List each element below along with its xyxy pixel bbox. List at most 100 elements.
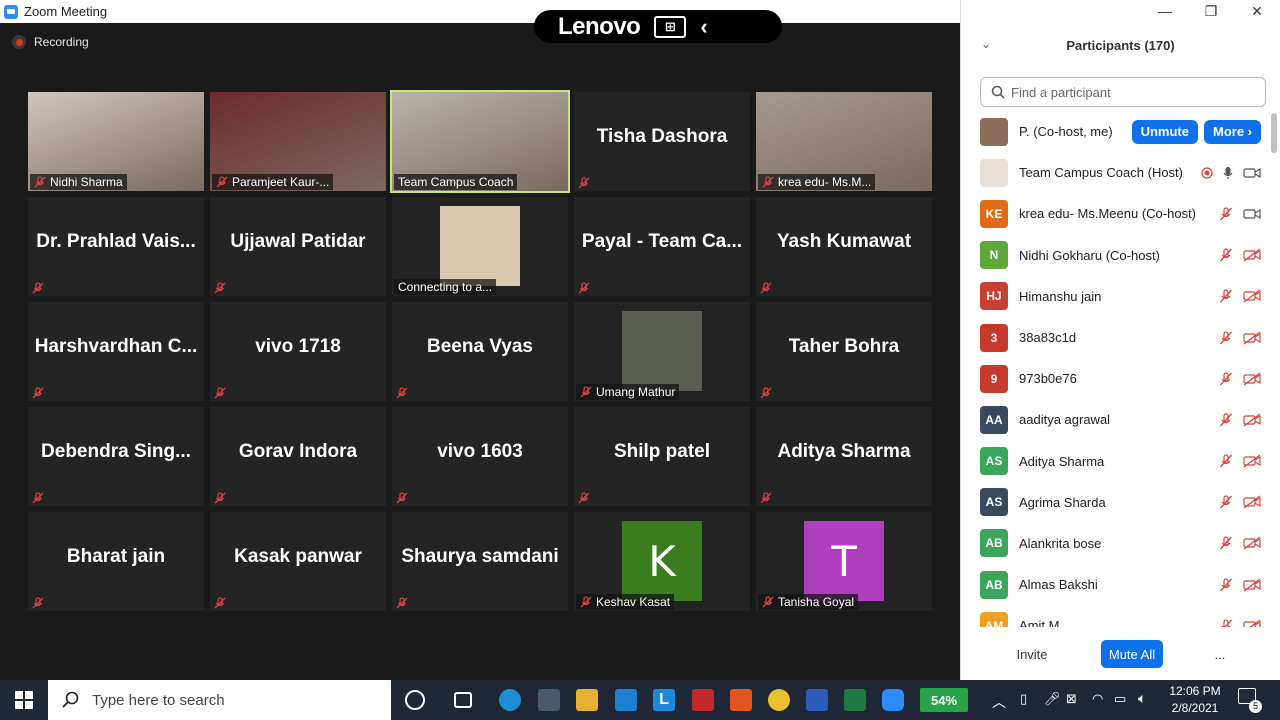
participant-tile[interactable]: Payal - Team Ca... xyxy=(574,197,750,296)
participant-tile[interactable]: Nidhi Sharma xyxy=(28,92,204,191)
zoom-taskbar-icon[interactable] xyxy=(882,689,904,711)
search-input[interactable] xyxy=(1011,84,1251,100)
participant-status-icons xyxy=(1219,289,1261,303)
l-app-icon[interactable]: L xyxy=(653,689,675,711)
participant-tile[interactable]: Bharat jain xyxy=(28,512,204,611)
participant-row[interactable]: AM Amit M... xyxy=(961,605,1271,627)
store-icon[interactable] xyxy=(538,689,560,711)
search-icon xyxy=(62,691,79,708)
edge-icon[interactable] xyxy=(499,689,521,711)
battery-tray-icon[interactable]: ▭ xyxy=(1114,691,1126,707)
file-explorer-icon[interactable] xyxy=(576,689,598,711)
participant-row[interactable]: AS Agrima Sharda xyxy=(961,482,1271,523)
participant-tile[interactable]: vivo 1603 xyxy=(392,407,568,506)
participant-tile[interactable]: vivo 1718 xyxy=(210,302,386,401)
invite-button[interactable]: Invite xyxy=(1007,640,1057,668)
participant-avatar: 9 xyxy=(980,364,1008,393)
participant-tile[interactable]: Harshvardhan C... xyxy=(28,302,204,401)
participant-tile[interactable]: Beena Vyas xyxy=(392,302,568,401)
participant-status-icons xyxy=(1219,578,1261,592)
collapse-arrow-icon[interactable]: ‹ xyxy=(700,14,707,40)
system-clock[interactable]: 12:06 PM 2/8/2021 xyxy=(1160,683,1230,717)
unmute-button[interactable]: Unmute xyxy=(1131,119,1198,144)
participant-status-icons xyxy=(1219,372,1261,386)
mcafee-icon[interactable] xyxy=(692,689,714,711)
participant-row[interactable]: KE krea edu- Ms.Meenu (Co-host) xyxy=(961,193,1271,234)
windows-start-icon[interactable] xyxy=(15,691,33,709)
word-icon[interactable] xyxy=(806,689,828,711)
participant-row[interactable]: AS Aditya Sharma xyxy=(961,441,1271,482)
participant-tile[interactable]: T Tanisha Goyal xyxy=(756,512,932,611)
muted-mic-icon xyxy=(762,176,774,188)
participant-avatar: N xyxy=(980,241,1008,270)
participant-row[interactable]: 9 973b0e76 xyxy=(961,358,1271,399)
minimize-icon[interactable]: — xyxy=(1142,0,1188,23)
participant-tile[interactable]: Debendra Sing... xyxy=(28,407,204,506)
lenovo-overlay-bar[interactable]: Lenovo ⊞ ‹ xyxy=(534,10,782,43)
participant-row[interactable]: Team Campus Coach (Host) xyxy=(961,152,1271,193)
participant-tile[interactable]: krea edu- Ms.M... xyxy=(756,92,932,191)
participant-row[interactable]: HJ Himanshu jain xyxy=(961,276,1271,317)
participant-tile[interactable]: Gorav Indora xyxy=(210,407,386,506)
participant-tile[interactable]: Tisha Dashora xyxy=(574,92,750,191)
vpn-icon[interactable]: ⊠ xyxy=(1066,691,1077,707)
participant-tile[interactable]: Aditya Sharma xyxy=(756,407,932,506)
recording-indicator[interactable]: Recording xyxy=(12,35,89,49)
participant-row[interactable]: P. (Co-host, me) Unmute More › xyxy=(961,111,1271,153)
participants-title: Participants (170) xyxy=(1066,38,1175,53)
battery-indicator[interactable]: 54% xyxy=(920,688,968,712)
tile-participant-name: Tanisha Goyal xyxy=(778,595,855,609)
tile-name-label: Team Campus Coach xyxy=(394,174,518,190)
cortana-icon[interactable] xyxy=(405,690,425,710)
participant-row[interactable]: N Nidhi Gokharu (Co-host) xyxy=(961,235,1271,276)
zoom-app-icon xyxy=(4,4,18,19)
participant-tile[interactable]: Yash Kumawat xyxy=(756,197,932,296)
show-hidden-icons-icon[interactable]: ︿ xyxy=(992,692,1006,712)
participant-tile[interactable]: Shaurya samdani xyxy=(392,512,568,611)
muted-mic-icon xyxy=(1220,578,1232,592)
zoom-window: Zoom Meeting Recording Lenovo ⊞ ‹ Nidhi … xyxy=(0,0,1280,720)
taskbar-search[interactable]: Type here to search xyxy=(48,680,391,720)
maximize-icon[interactable]: ❐ xyxy=(1188,0,1234,23)
chrome-icon[interactable] xyxy=(768,689,790,711)
tablet-icon[interactable]: ▯ xyxy=(1020,691,1027,707)
volume-icon[interactable]: 🔈︎ xyxy=(1138,690,1146,707)
close-icon[interactable]: ✕ xyxy=(1234,0,1280,23)
participant-tile[interactable]: Connecting to a... xyxy=(392,197,568,296)
microphone-tray-icon[interactable]: 🎤︎ xyxy=(1044,691,1061,707)
task-view-icon[interactable] xyxy=(454,692,472,708)
participant-row[interactable]: AB Alankrita bose xyxy=(961,523,1271,564)
participant-tile[interactable]: Team Campus Coach xyxy=(390,90,570,193)
participant-status-icons xyxy=(1219,619,1261,627)
participant-search[interactable] xyxy=(980,77,1266,107)
grid-settings-icon[interactable]: ⊞ xyxy=(654,15,687,38)
mute-all-button[interactable]: Mute All xyxy=(1101,640,1163,668)
participant-row[interactable]: AA aaditya agrawal xyxy=(961,399,1271,440)
participant-tile[interactable]: Kasak panwar xyxy=(210,512,386,611)
mail-icon[interactable] xyxy=(615,689,637,711)
muted-mic-icon xyxy=(32,491,44,504)
participant-tile[interactable]: Umang Mathur xyxy=(574,302,750,401)
office-icon[interactable] xyxy=(730,689,752,711)
tile-participant-name: Debendra Sing... xyxy=(41,441,191,462)
participant-row[interactable]: AB Almas Bakshi xyxy=(961,564,1271,605)
more-options-button[interactable]: ... xyxy=(1209,640,1231,668)
participant-tile[interactable]: Paramjeet Kaur-... xyxy=(210,92,386,191)
participant-list-scrollbar[interactable] xyxy=(1271,113,1277,153)
muted-mic-icon xyxy=(32,596,44,609)
participant-tile[interactable]: Ujjawal Patidar xyxy=(210,197,386,296)
participant-row[interactable]: 3 38a83c1d xyxy=(961,317,1271,358)
muted-mic-icon xyxy=(396,386,408,399)
more-button[interactable]: More › xyxy=(1203,119,1261,144)
participant-tile[interactable]: Shilp patel xyxy=(574,407,750,506)
lenovo-logo: Lenovo xyxy=(558,12,641,40)
tile-participant-name: Shaurya samdani xyxy=(401,546,559,567)
muted-mic-icon xyxy=(1220,289,1232,303)
participant-tile[interactable]: K Keshav Kasat xyxy=(574,512,750,611)
excel-icon[interactable] xyxy=(844,689,866,711)
wifi-icon[interactable]: ◠ xyxy=(1092,691,1103,707)
participant-tile[interactable]: Taher Bohra xyxy=(756,302,932,401)
participant-tile[interactable]: Dr. Prahlad Vais... xyxy=(28,197,204,296)
muted-mic-icon xyxy=(1220,330,1232,344)
participants-footer: Invite Mute All ... xyxy=(961,640,1280,668)
